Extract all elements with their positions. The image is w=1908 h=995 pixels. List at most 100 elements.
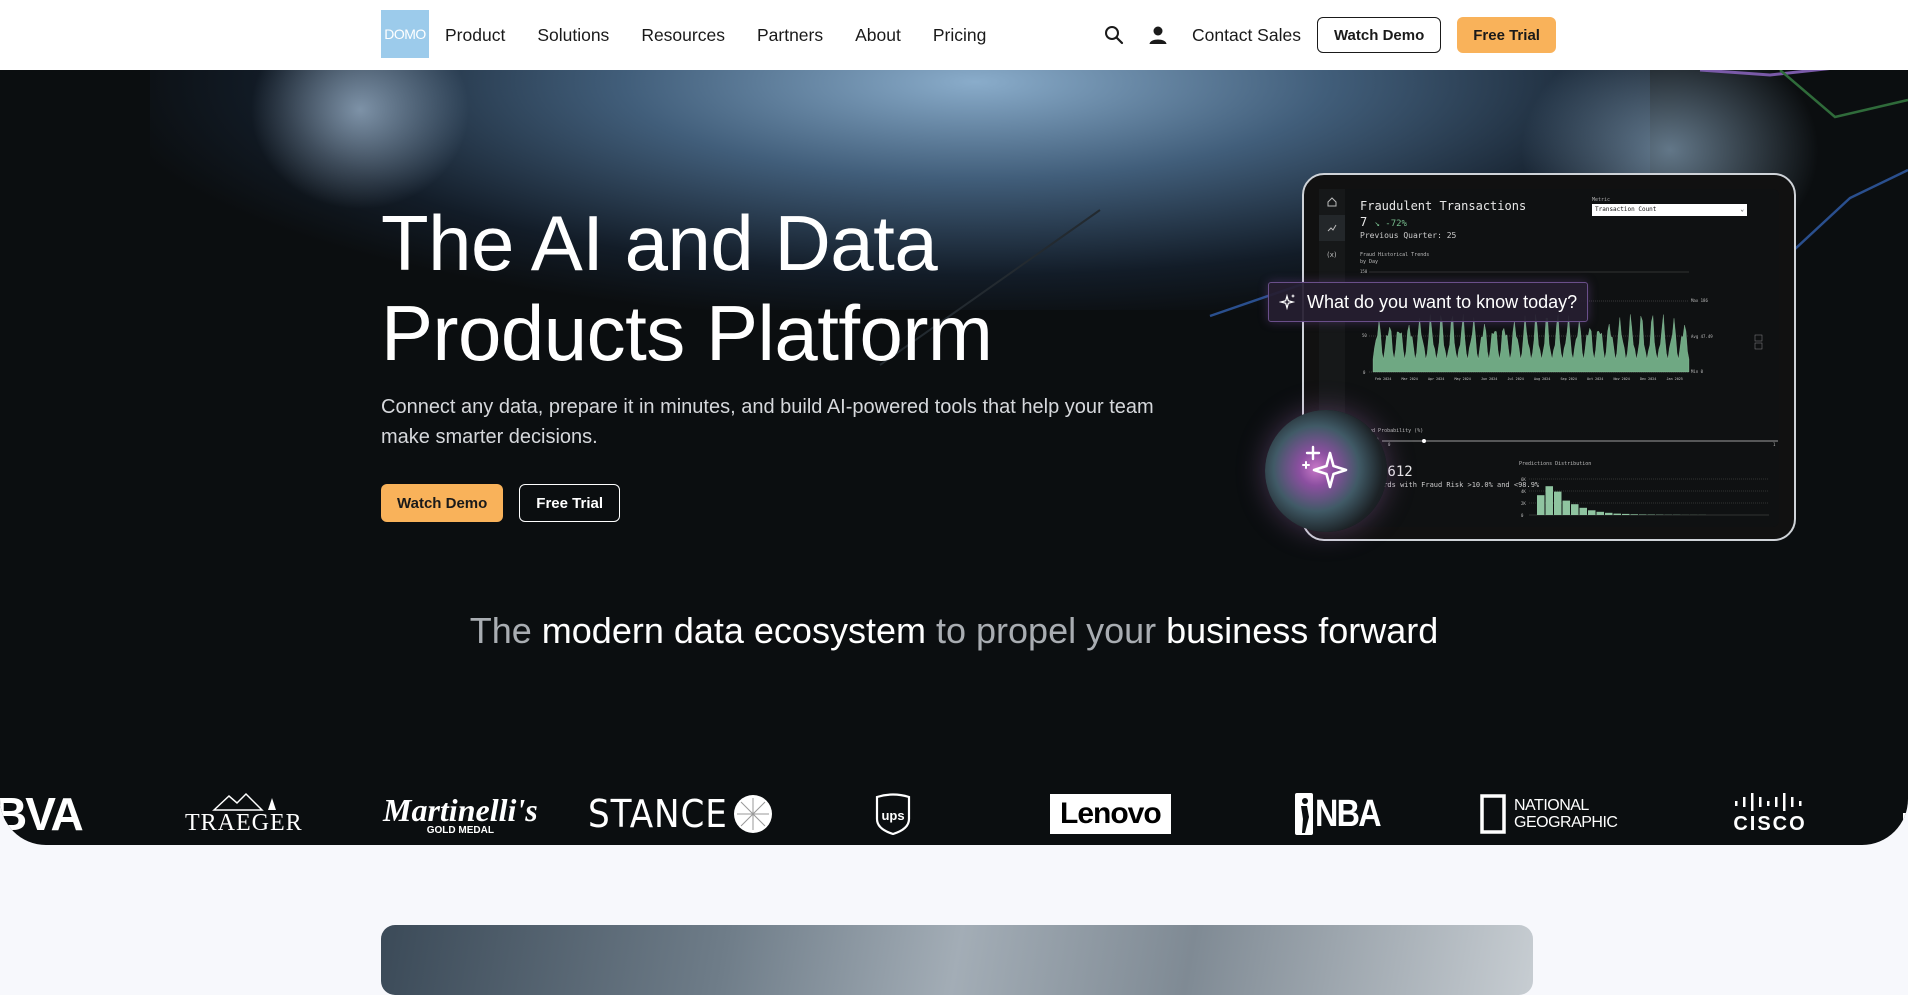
trend-month-labels: Feb 2024Mar 2024Apr 2024May 2024Jun 2024… (1375, 377, 1683, 381)
logo-stance: STANCE (588, 784, 773, 844)
histogram-bar (1605, 513, 1613, 515)
eco-word-3: to propel your (936, 610, 1156, 651)
trend-month-label: Sep 2024 (1561, 377, 1577, 381)
kpi-change: ↘ -72% (1374, 219, 1407, 229)
nav-actions: Contact Sales Watch Demo Free Trial (1100, 0, 1556, 70)
nav-item-about[interactable]: About (855, 25, 901, 46)
nav-item-pricing[interactable]: Pricing (933, 25, 987, 46)
distribution-label: Predictions Distribution (1519, 461, 1591, 467)
histogram-bar (1639, 515, 1647, 516)
sparkle-icon (1279, 293, 1297, 311)
nav-item-resources[interactable]: Resources (641, 25, 725, 46)
nav-menu: Product Solutions Resources Partners Abo… (445, 0, 986, 70)
logo-partial-right (1903, 784, 1908, 844)
metric-dropdown-icon: ⌄ (1740, 206, 1744, 213)
zoom-out-button (1755, 343, 1762, 349)
trend-min-label: Min 0 (1691, 369, 1704, 374)
nav-item-partners[interactable]: Partners (757, 25, 823, 46)
logo-martinellis: Martinelli's GOLD MEDAL (383, 784, 538, 844)
ai-sparkle-icon (1301, 442, 1353, 494)
records-caption: ords with Fraud Risk >10.0% and <98.9% (1379, 481, 1539, 489)
histogram-bar (1571, 504, 1579, 515)
free-trial-button[interactable]: Free Trial (1457, 17, 1556, 53)
top-navbar: DOMO Product Solutions Resources Partner… (0, 0, 1908, 70)
kpi-value: 7 (1360, 215, 1367, 229)
trend-area (1373, 314, 1689, 372)
hero-free-trial-button[interactable]: Free Trial (519, 484, 620, 522)
logo-ups-text: ups (881, 808, 904, 823)
hero-watch-demo-button[interactable]: Watch Demo (381, 484, 503, 522)
ai-assistant-orb[interactable] (1265, 410, 1387, 532)
hist-y-4k: 4K (1521, 489, 1526, 494)
logo-national-geographic: NATIONAL GEOGRAPHIC (1480, 784, 1617, 844)
dashboard-kpi: 7 ↘ -72% (1360, 215, 1407, 229)
logo-bva: BVA (0, 784, 82, 844)
hero-section: The AI and Data Products Platform Connec… (0, 70, 1908, 845)
trend-month-label: Aug 2024 (1534, 377, 1550, 381)
logo-traeger-text: TRAEGER (185, 810, 303, 837)
trend-month-label: Apr 2024 (1428, 377, 1444, 381)
eco-word-2: modern data ecosystem (542, 610, 926, 651)
hist-y-6k: 6K (1521, 477, 1526, 482)
domo-logo[interactable]: DOMO (381, 10, 429, 58)
stance-emblem-icon (733, 794, 773, 834)
logo-cisco: CISCO (1732, 784, 1808, 844)
logo-bva-text: BVA (0, 787, 82, 841)
kpi-previous: Previous Quarter: 25 (1360, 231, 1456, 240)
histogram-bar (1580, 508, 1588, 515)
eco-word-1: The (470, 610, 532, 651)
trend-month-label: Jun 2024 (1481, 377, 1497, 381)
nav-item-solutions[interactable]: Solutions (537, 25, 609, 46)
ecosystem-heading: The modern data ecosystem to propel your… (0, 610, 1908, 652)
trend-subtitle: by Day (1360, 259, 1429, 266)
trend-month-label: Mar 2024 (1402, 377, 1418, 381)
search-icon[interactable] (1100, 21, 1128, 49)
trend-y-mid: 50 (1362, 333, 1367, 338)
probability-slider: 0 1 (1360, 437, 1780, 447)
contact-sales-link[interactable]: Contact Sales (1192, 25, 1301, 46)
hist-y-2k: 2K (1521, 501, 1526, 506)
hero-title-line1: The AI and Data (381, 198, 1181, 288)
trend-title: Fraud Historical Trends (1360, 252, 1429, 259)
histogram-bar (1597, 512, 1605, 515)
histogram-bar (1537, 495, 1545, 515)
ai-prompt-bubble[interactable]: What do you want to know today? (1268, 282, 1588, 322)
trend-month-label: Nov 2024 (1614, 377, 1630, 381)
trend-month-label: Jul 2024 (1508, 377, 1524, 381)
watch-demo-button[interactable]: Watch Demo (1317, 17, 1441, 53)
svg-text:(x): (x) (1327, 251, 1337, 259)
logo-stance-text: STANCE (588, 792, 728, 836)
histogram-bar (1622, 514, 1630, 515)
trend-y-bot: 0 (1363, 370, 1366, 375)
ai-prompt-text: What do you want to know today? (1307, 292, 1577, 313)
user-account-icon[interactable] (1144, 21, 1172, 49)
logo-traeger: TRAEGER (185, 784, 303, 844)
eco-word-4: business forward (1166, 610, 1438, 651)
dashboard-screen: (x) Fraudulent Transactions 7 ↘ -72% Pre… (1319, 189, 1779, 527)
dashboard-title: Fraudulent Transactions (1360, 199, 1526, 213)
hero-buttons: Watch Demo Free Trial (381, 484, 620, 522)
logo-natgeo-line2: GEOGRAPHIC (1514, 814, 1617, 831)
logo-cisco-text: CISCO (1733, 813, 1806, 836)
slider-handle (1422, 439, 1426, 443)
histogram-bar (1563, 501, 1571, 515)
metric-value: Transaction Count (1595, 206, 1656, 213)
slider-min-value: 0 (1388, 442, 1391, 447)
slider-max-value: 1 (1773, 442, 1776, 447)
traeger-mountain-icon (204, 792, 284, 812)
logo-lenovo: Lenovo (1050, 784, 1171, 844)
logo-martinellis-text: Martinelli's (383, 792, 538, 829)
nav-item-product[interactable]: Product (445, 25, 505, 46)
zoom-in-button (1755, 335, 1762, 341)
ups-shield-icon: ups (875, 793, 911, 835)
variable-icon: (x) (1319, 241, 1345, 267)
customer-logo-strip: BVA TRAEGER Martinelli's GOLD MEDAL STAN… (0, 784, 1908, 844)
logo-nba-text: NBA (1315, 793, 1380, 836)
trend-month-label: Feb 2024 (1375, 377, 1391, 381)
trend-month-label: Dec 2024 (1640, 377, 1656, 381)
hist-y-0: 0 (1521, 513, 1524, 518)
trend-y-top: 150 (1360, 269, 1368, 274)
trend-month-label: Jan 2025 (1667, 377, 1683, 381)
chart-icon (1319, 215, 1345, 241)
metric-label: Metric (1592, 197, 1610, 203)
